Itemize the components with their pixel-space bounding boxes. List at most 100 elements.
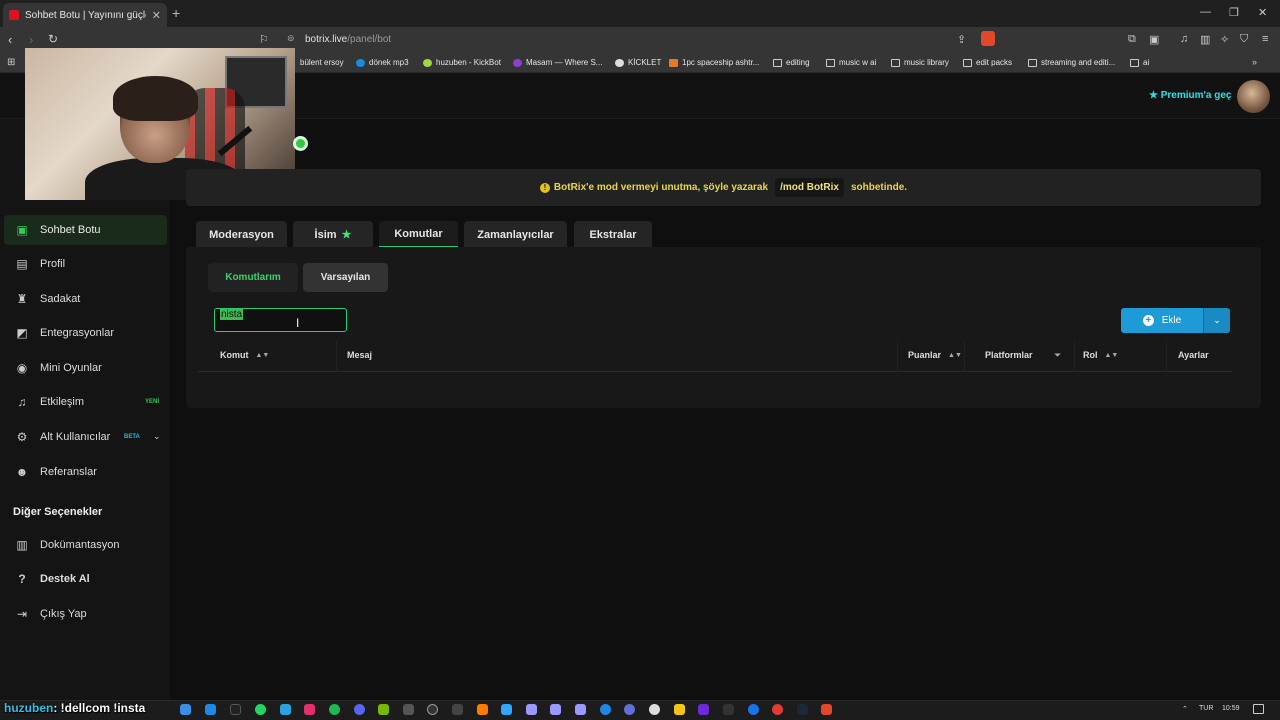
bookmark-folder[interactable]: music library <box>891 58 949 67</box>
brave-shields-icon[interactable] <box>981 31 995 46</box>
sidebar-item-sub-users[interactable]: ⚙ Alt Kullanıcılar <box>4 422 167 452</box>
bookmark-item[interactable]: dönek mp3 <box>356 58 409 67</box>
site-info-icon[interactable]: ⊜ <box>287 33 295 44</box>
bookmark-item[interactable]: bülent ersoy <box>300 58 344 67</box>
music-icon[interactable]: ♫ <box>1180 33 1188 45</box>
brave-taskbar-icon[interactable] <box>821 704 832 715</box>
sidebar-item-get-support[interactable]: ? Destek Al <box>4 564 167 594</box>
forward-icon[interactable]: › <box>29 32 33 47</box>
bookmark-item[interactable]: Masam — Where S... <box>513 58 602 67</box>
sidebar-item-interaction[interactable]: ♫ Etkileşim <box>4 387 167 417</box>
column-role[interactable]: Rol ▲▼ <box>1083 350 1118 360</box>
wallet-icon[interactable]: ▣ <box>1149 33 1159 46</box>
new-tab-icon[interactable]: + <box>172 5 180 21</box>
tab-moderation[interactable]: Moderasyon <box>196 221 287 248</box>
bookmark-item[interactable]: 1pc spaceship ashtr... <box>669 58 759 67</box>
user-avatar[interactable] <box>1237 80 1270 113</box>
column-points[interactable]: Puanlar ▲▼ <box>908 350 962 360</box>
illustrator-icon[interactable] <box>477 704 488 715</box>
sidebar-item-mini-games[interactable]: ◉ Mini Oyunlar <box>4 353 167 383</box>
language-indicator[interactable]: TUR <box>1199 705 1213 712</box>
taskbar-app-icon[interactable] <box>674 704 685 715</box>
other-options-heading: Diğer Seçenekler <box>13 506 103 518</box>
bookmark-folder[interactable]: ai <box>1130 58 1149 67</box>
premiere-icon[interactable] <box>575 704 586 715</box>
steam-icon[interactable] <box>797 704 808 715</box>
sidebar-item-profile[interactable]: ▤ Profil <box>4 249 167 279</box>
users-icon: ☻ <box>15 465 29 479</box>
taskbar-app-icon[interactable] <box>748 704 759 715</box>
discord-icon[interactable] <box>354 704 365 715</box>
bookmark-folder[interactable]: edit packs <box>963 58 1012 67</box>
subtab-my-commands[interactable]: Komutlarım <box>208 263 298 292</box>
sidebar-item-documentation[interactable]: ▥ Dokümantasyon <box>4 530 167 560</box>
taskbar-app-icon[interactable] <box>452 704 463 715</box>
chevron-down-icon[interactable]: ⌄ <box>153 431 161 442</box>
photoshop-icon[interactable] <box>501 704 512 715</box>
search-input[interactable]: nista <box>214 308 347 332</box>
apps-grid-icon[interactable]: ⊞ <box>7 57 15 68</box>
taskbar-app-icon[interactable] <box>649 704 660 715</box>
nvidia-icon[interactable] <box>378 704 389 715</box>
tray-chevron-icon[interactable]: ⌃ <box>1182 705 1188 713</box>
subtab-defaults[interactable]: Varsayılan <box>303 263 388 292</box>
restore-icon[interactable]: ❐ <box>1229 6 1239 19</box>
add-command-button[interactable]: + Ekle <box>1121 308 1203 333</box>
tab-extras[interactable]: Ekstralar <box>574 221 652 248</box>
spotify-icon[interactable] <box>329 704 340 715</box>
sidebar-item-chat-bot[interactable]: ▣ Sohbet Botu <box>4 215 167 245</box>
instagram-icon[interactable] <box>304 704 315 715</box>
question-icon: ? <box>18 572 26 586</box>
premium-link[interactable]: ★ Premium'a geç <box>1149 90 1232 101</box>
bookmark-item[interactable]: huzuben - KickBot <box>423 58 501 67</box>
after-effects-icon[interactable] <box>550 704 561 715</box>
tab-commands[interactable]: Komutlar <box>379 221 458 248</box>
sort-icon: ▲▼ <box>948 351 962 359</box>
browser-tab[interactable]: Sohbet Botu | Yayınını güçlendir ✕ <box>3 3 167 27</box>
share-icon[interactable]: ⇪ <box>957 33 966 46</box>
menu-icon[interactable]: ≡ <box>1262 33 1268 45</box>
sidebar-item-logout[interactable]: ⇥ Çıkış Yap <box>4 599 167 629</box>
media-encoder-icon[interactable] <box>526 704 537 715</box>
bookmark-folder[interactable]: streaming and editi... <box>1028 58 1115 67</box>
taskbar-app-icon[interactable] <box>624 704 635 715</box>
bookmark-page-icon[interactable]: ⚐ <box>259 33 269 46</box>
tab-name[interactable]: İsim ★ <box>293 221 373 248</box>
leo-icon[interactable]: ✧ <box>1220 33 1229 46</box>
sidebar-item-integrations[interactable]: ◩ Entegrasyonlar <box>4 318 167 348</box>
close-window-icon[interactable]: ✕ <box>1258 6 1267 19</box>
tab-timers[interactable]: Zamanlayıcılar <box>464 221 567 248</box>
column-platforms: Platformlar <box>985 350 1033 360</box>
url-bar[interactable]: ⊜ botrix.live/panel/bot <box>282 32 1002 48</box>
back-icon[interactable]: ‹ <box>8 32 12 47</box>
notifications-icon[interactable] <box>1253 704 1264 714</box>
vpn-icon[interactable]: ⛉ <box>1240 33 1248 46</box>
taskbar-app-icon[interactable] <box>403 704 414 715</box>
tiktok-icon[interactable] <box>230 704 241 715</box>
sidebar-item-loyalty[interactable]: ♜ Sadakat <box>4 284 167 314</box>
bookmark-folder[interactable]: editing <box>773 58 810 67</box>
reload-icon[interactable]: ↻ <box>48 32 58 46</box>
whatsapp-icon[interactable] <box>255 704 266 715</box>
sidebar-item-referrals[interactable]: ☻ Referanslar <box>4 457 167 487</box>
taskbar-app-icon[interactable] <box>698 704 709 715</box>
taskbar-app-icon[interactable] <box>600 704 611 715</box>
close-tab-icon[interactable]: ✕ <box>152 9 161 22</box>
clock[interactable]: 10:59 <box>1222 705 1240 712</box>
more-bookmarks-icon[interactable]: » <box>1252 57 1257 67</box>
taskbar-app-icon[interactable] <box>280 704 291 715</box>
add-dropdown-button[interactable]: ⌄ <box>1203 308 1230 333</box>
sidebar-toggle-icon[interactable]: ▥ <box>1200 33 1210 46</box>
obs-icon[interactable] <box>427 704 438 715</box>
taskbar-app-icon[interactable] <box>723 704 734 715</box>
bookmark-folder[interactable]: music w ai <box>826 58 876 67</box>
taskbar-app-icon[interactable] <box>180 704 191 715</box>
minimize-icon[interactable]: — <box>1200 6 1211 18</box>
column-command[interactable]: Komut ▲▼ <box>220 350 269 360</box>
bookmark-item[interactable]: KİCKLET <box>615 58 661 67</box>
chevron-down-icon: ⌄ <box>1213 315 1221 325</box>
extensions-icon[interactable]: ⧉ <box>1128 33 1136 46</box>
filter-icon[interactable]: ⏷ <box>1054 350 1061 361</box>
taskbar-app-icon[interactable] <box>205 704 216 715</box>
taskbar-app-icon[interactable] <box>772 704 783 715</box>
